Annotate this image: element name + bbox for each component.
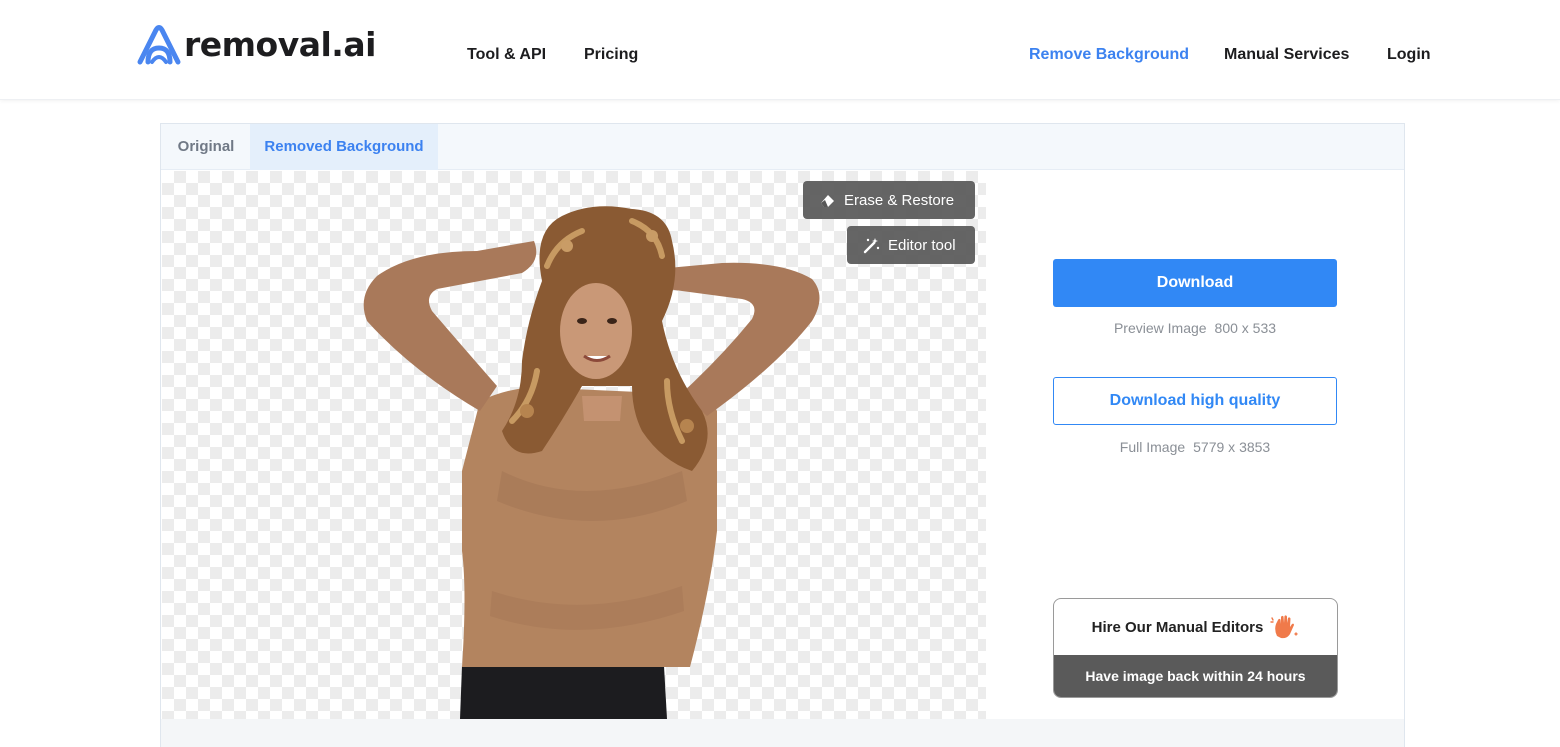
hire-title-row: Hire Our Manual Editors	[1054, 599, 1337, 655]
preview-dimensions: 800 x 533	[1214, 320, 1277, 336]
site-header: removal.ai Tool & API Pricing Remove Bac…	[0, 0, 1560, 100]
editor-tool-button[interactable]: Editor tool	[847, 226, 975, 264]
full-dimensions: 5779 x 3853	[1193, 439, 1271, 455]
image-canvas[interactable]: Erase & Restore Editor tool	[162, 171, 986, 719]
download-button[interactable]: Download	[1053, 259, 1337, 307]
logo-icon	[137, 25, 181, 65]
card-footer-strip	[161, 719, 1404, 747]
preview-size-info: Preview Image 800 x 533	[1053, 320, 1337, 336]
nav-login[interactable]: Login	[1387, 44, 1431, 66]
hire-subtitle: Have image back within 24 hours	[1054, 655, 1337, 697]
nav-pricing[interactable]: Pricing	[584, 44, 638, 66]
waving-hand-icon	[1270, 615, 1299, 639]
magic-wand-icon	[863, 237, 880, 253]
tab-removed-background[interactable]: Removed Background	[250, 124, 438, 170]
logo[interactable]: removal.ai	[134, 22, 376, 68]
logo-text: removal.ai	[184, 25, 376, 64]
download-high-quality-button[interactable]: Download high quality	[1053, 377, 1337, 425]
nav-tool-api[interactable]: Tool & API	[467, 44, 546, 66]
nav-manual-services[interactable]: Manual Services	[1224, 44, 1349, 66]
tab-bar: Original Removed Background	[161, 124, 1404, 170]
preview-label: Preview Image	[1113, 320, 1207, 336]
result-card: Original Removed Background Erase & Rest…	[160, 123, 1405, 747]
eraser-icon	[821, 194, 834, 207]
full-label: Full Image	[1119, 439, 1186, 455]
full-size-info: Full Image 5779 x 3853	[1053, 439, 1337, 455]
nav-remove-background[interactable]: Remove Background	[1029, 44, 1189, 66]
tab-original[interactable]: Original	[161, 124, 251, 170]
erase-restore-label: Erase & Restore	[844, 191, 955, 209]
editor-tool-label: Editor tool	[888, 236, 956, 254]
hire-title: Hire Our Manual Editors	[1091, 618, 1264, 636]
hire-manual-editors-button[interactable]: Hire Our Manual Editors Have image back …	[1053, 598, 1338, 698]
erase-restore-button[interactable]: Erase & Restore	[803, 181, 975, 219]
